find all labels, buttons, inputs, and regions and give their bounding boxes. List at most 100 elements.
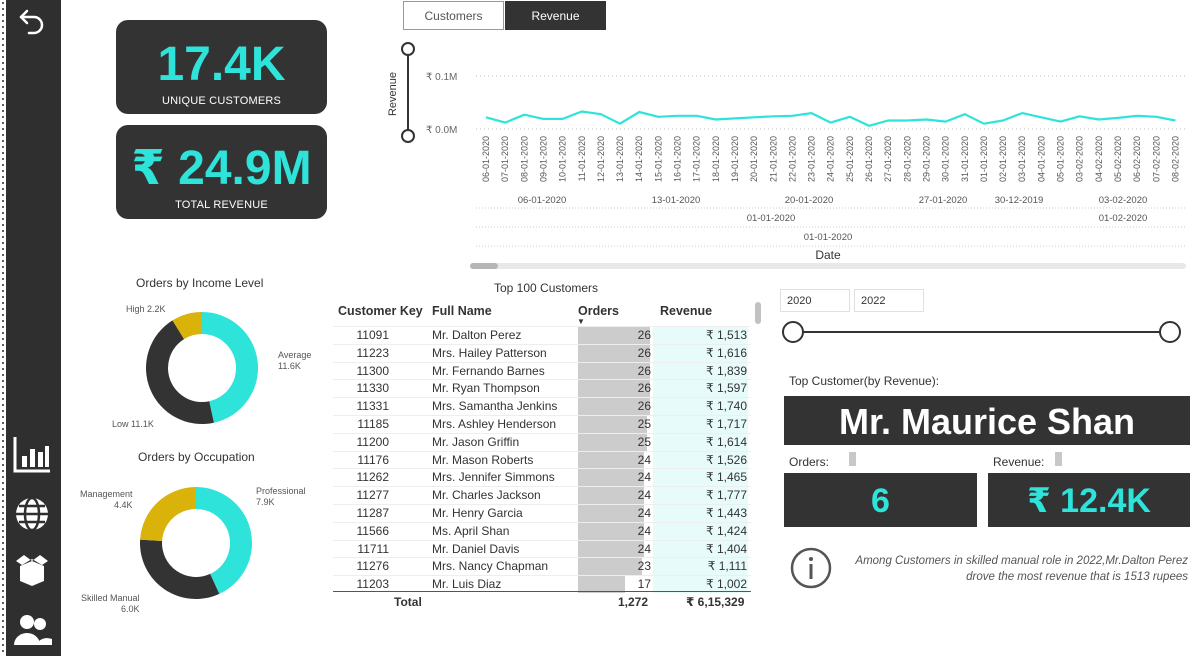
table-row[interactable]: 11330 Mr. Ryan Thompson 26 ₹ 1,597 [333, 379, 751, 398]
x-tick-label: 04-02-2020 [1094, 136, 1104, 182]
revenue-cell: ₹ 1,614 [706, 434, 747, 449]
header-customer-key[interactable]: Customer Key [338, 304, 423, 318]
table-row[interactable]: 11287 Mr. Henry Garcia 24 ₹ 1,443 [333, 503, 751, 522]
revenue-cell: ₹ 1,404 [706, 541, 747, 556]
occupation-label-skilled-manual: Skilled Manual 6.0K [81, 593, 140, 615]
table-row[interactable]: 11223 Mrs. Hailey Patterson 26 ₹ 1,616 [333, 343, 751, 362]
orders-cell: 24 [637, 488, 651, 503]
year-slider-end-handle[interactable] [1159, 321, 1181, 343]
full-name-cell: Mr. Jason Griffin [432, 434, 520, 449]
occupation-label-professional: Professional 7.9K [256, 486, 306, 508]
revenue-cell: ₹ 1,839 [706, 363, 747, 378]
end-year-input[interactable]: 2022 [854, 289, 924, 312]
horizontal-scrollbar-track [470, 263, 1186, 269]
revenue-cell: ₹ 1,526 [706, 452, 747, 467]
orders-bar [578, 451, 645, 469]
year-slider-track[interactable] [793, 331, 1171, 333]
header-revenue[interactable]: Revenue [660, 304, 712, 318]
table-row[interactable]: 11091 Mr. Dalton Perez 26 ₹ 1,513 [333, 326, 751, 344]
x-tick-label: 03-02-2020 [1075, 136, 1085, 182]
full-name-cell: Mrs. Samantha Jenkins [432, 399, 558, 414]
table-row[interactable]: 11262 Mrs. Jennifer Simmons 24 ₹ 1,465 [333, 468, 751, 487]
x-tick-label: 14-01-2020 [634, 136, 644, 182]
back-arrow-icon[interactable] [12, 0, 52, 40]
year-slider-start-handle[interactable] [782, 321, 804, 343]
orders-cell: 24 [637, 470, 651, 485]
customer-key-cell: 11176 [357, 452, 389, 467]
x-tick-label: 05-01-2020 [1056, 136, 1066, 182]
y-tick-label: ₹ 0.1M [426, 72, 457, 83]
orders-bar [578, 522, 645, 540]
customer-key-cell: 11331 [356, 399, 389, 414]
unique-customers-value: 17.4K [157, 38, 286, 91]
header-full-name[interactable]: Full Name [432, 304, 492, 318]
table-row[interactable]: 11566 Ms. April Shan 24 ₹ 1,424 [333, 521, 751, 540]
table-total-row: Total 1,272 ₹ 6,15,329 [333, 591, 751, 613]
income-donut-title: Orders by Income Level [136, 276, 264, 290]
week-label: 13-01-2020 [652, 195, 701, 206]
table-row[interactable]: 11277 Mr. Charles Jackson 24 ₹ 1,777 [333, 486, 751, 504]
bar-chart-icon[interactable] [12, 434, 52, 474]
occupation-label-management: Management 4.4K [80, 489, 133, 511]
sort-desc-icon: ▼ [577, 317, 585, 326]
globe-icon[interactable] [12, 494, 52, 534]
tab-customers[interactable]: Customers [403, 1, 504, 30]
revenue-cell: ₹ 1,717 [706, 416, 747, 431]
table-row[interactable]: 11300 Mr. Fernando Barnes 26 ₹ 1,839 [333, 361, 751, 380]
x-tick-label: 03-01-2020 [1017, 136, 1027, 182]
month-label: 01-02-2020 [1099, 213, 1148, 224]
x-tick-label: 04-01-2020 [1036, 136, 1046, 182]
total-revenue-card: ₹ 24.9M TOTAL REVENUE [116, 125, 327, 219]
orders-cell: 24 [637, 523, 651, 538]
x-tick-label: 07-02-2020 [1151, 136, 1161, 182]
x-axis-title: Date [815, 248, 841, 262]
table-row[interactable]: 11185 Mrs. Ashley Henderson 25 ₹ 1,717 [333, 414, 751, 433]
income-label-average: Average 11.6K [278, 350, 312, 372]
x-tick-label: 26-01-2020 [864, 136, 874, 182]
orders-label: Orders: [789, 455, 830, 469]
orders-cell: 26 [637, 345, 651, 360]
table-row[interactable]: 11276 Mrs. Nancy Chapman 23 ₹ 1,111 [333, 557, 751, 576]
table-header: Customer Key Full Name Orders ▼ Revenue [333, 300, 751, 326]
tab-revenue[interactable]: Revenue [505, 1, 606, 30]
occupation-donut-chart [140, 487, 253, 599]
occupation-donut-title: Orders by Occupation [138, 450, 255, 464]
x-tick-label: 06-02-2020 [1132, 136, 1142, 182]
customers-icon[interactable] [12, 610, 52, 650]
info-icon[interactable] [790, 547, 832, 594]
top-customer-name: Mr. Maurice Shan [784, 396, 1190, 445]
revenue-cell: ₹ 1,111 [707, 559, 747, 574]
donut-slice-skilled-manual [140, 539, 220, 599]
x-tick-label: 15-01-2020 [653, 136, 663, 182]
year-label: 01-01-2020 [804, 232, 853, 243]
header-orders[interactable]: Orders [578, 304, 619, 318]
table-row[interactable]: 11200 Mr. Jason Griffin 25 ₹ 1,614 [333, 432, 751, 451]
customer-key-cell: 11185 [357, 416, 389, 431]
full-name-cell: Mr. Daniel Davis [432, 541, 520, 556]
product-box-icon[interactable] [12, 549, 52, 589]
revenue-cell: ₹ 1,777 [706, 488, 747, 503]
x-tick-label: 11-01-2020 [577, 136, 587, 181]
revenue-cell: ₹ 1,424 [706, 523, 747, 538]
revenue-cell: ₹ 1,513 [706, 328, 747, 342]
y-axis-title: Revenue [387, 72, 399, 116]
x-tick-label: 07-01-2020 [500, 136, 510, 182]
x-tick-label: 10-01-2020 [558, 136, 568, 182]
donut-slice-management [140, 487, 196, 541]
table-row[interactable]: 11176 Mr. Mason Roberts 24 ₹ 1,526 [333, 450, 751, 469]
orders-cell: 23 [637, 559, 651, 574]
start-year-input[interactable]: 2020 [780, 289, 850, 312]
orders-cell: 26 [637, 399, 651, 414]
x-tick-label: 18-01-2020 [711, 136, 721, 182]
top-customers-title: Top 100 Customers [494, 281, 599, 295]
table-row[interactable]: 11711 Mr. Daniel Davis 24 ₹ 1,404 [333, 539, 751, 558]
insight-text: Among Customers in skilled manual role i… [855, 555, 1188, 584]
revenue-cell: ₹ 1,616 [706, 345, 747, 360]
customer-key-cell: 11330 [356, 381, 389, 396]
customer-key-cell: 11223 [356, 345, 389, 360]
revenue-series-line [485, 110, 1176, 127]
x-tick-label: 21-01-2020 [768, 136, 778, 182]
table-scrollbar[interactable] [755, 302, 761, 324]
x-tick-label: 25-01-2020 [845, 136, 855, 182]
table-row[interactable]: 11331 Mrs. Samantha Jenkins 26 ₹ 1,740 [333, 397, 751, 415]
